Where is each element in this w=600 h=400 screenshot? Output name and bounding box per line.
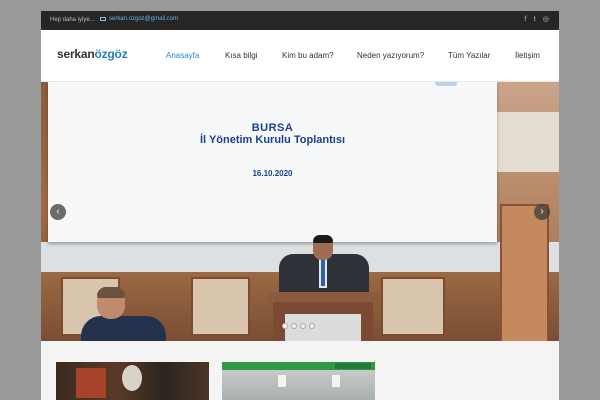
slide-photo-panel: [191, 277, 250, 336]
projection-screen: BURSA İl Yönetim Kurulu Toplantısı 16.10…: [48, 82, 497, 242]
facebook-icon[interactable]: f: [524, 15, 526, 25]
slider-dot[interactable]: [309, 323, 315, 329]
logo-last-name: özgöz: [94, 47, 128, 61]
hero-slider: BURSA İl Yönetim Kurulu Toplantısı 16.10…: [41, 82, 559, 341]
nav-item-anasayfa[interactable]: Anasayfa: [166, 51, 199, 60]
slide-date: 16.10.2020: [252, 169, 293, 178]
logo-first-name: serkan: [57, 47, 95, 61]
top-bar: Hep daha iyiye... serkan.ozgoz@gmail.com…: [41, 11, 559, 30]
slide-photo-window: [489, 112, 559, 172]
audience-hair: [97, 287, 125, 298]
thumbnail-sign: [335, 363, 371, 369]
slider-dot[interactable]: [300, 323, 306, 329]
social-links: f t ◎: [524, 15, 549, 25]
site-logo[interactable]: serkanözgöz: [57, 47, 128, 61]
audience-member: [81, 316, 166, 341]
speaker-hair: [313, 235, 333, 243]
slider-prev-button[interactable]: ‹: [50, 204, 66, 220]
thumbnail-light: [332, 375, 340, 387]
podium-top: [267, 292, 379, 302]
post-thumbnail[interactable]: [222, 362, 375, 400]
thumbnail-detail: [122, 365, 142, 391]
nav-item-tum-yazilar[interactable]: Tüm Yazılar: [448, 51, 490, 60]
site-header: serkanözgöz Anasayfa Kısa bilgi Kim bu a…: [41, 30, 559, 82]
screen-logo: [435, 82, 457, 86]
nav-item-kisa-bilgi[interactable]: Kısa bilgi: [225, 51, 257, 60]
slider-next-button[interactable]: ›: [534, 204, 550, 220]
podium: [267, 292, 379, 341]
slider-dot[interactable]: [282, 323, 288, 329]
instagram-icon[interactable]: ◎: [543, 15, 549, 25]
envelope-icon: [100, 17, 106, 21]
nav-item-kim-bu-adam[interactable]: Kim bu adam?: [282, 51, 334, 60]
slider-dot[interactable]: [291, 323, 297, 329]
slider-pagination: [282, 323, 315, 329]
thumbnail-light: [278, 375, 286, 387]
slide-title-line1: BURSA: [251, 122, 294, 134]
email-contact: serkan.ozgoz@gmail.com: [100, 16, 178, 22]
slide-photo-panel: [381, 277, 445, 336]
email-link[interactable]: serkan.ozgoz@gmail.com: [109, 16, 178, 22]
tagline: Hep daha iyiye...: [50, 17, 95, 23]
slide-title-line2: İl Yönetim Kurulu Toplantısı: [199, 134, 346, 146]
page-container: Hep daha iyiye... serkan.ozgoz@gmail.com…: [41, 11, 559, 400]
nav-item-neden-yaziyorum[interactable]: Neden yazıyorum?: [357, 51, 424, 60]
thumbnail-detail: [76, 368, 106, 398]
nav-item-iletisim[interactable]: İletişim: [515, 51, 540, 60]
speaker-tie: [321, 260, 325, 286]
post-thumbnail[interactable]: [56, 362, 209, 400]
slide-photo-door: [500, 204, 549, 341]
twitter-icon[interactable]: t: [534, 15, 536, 25]
